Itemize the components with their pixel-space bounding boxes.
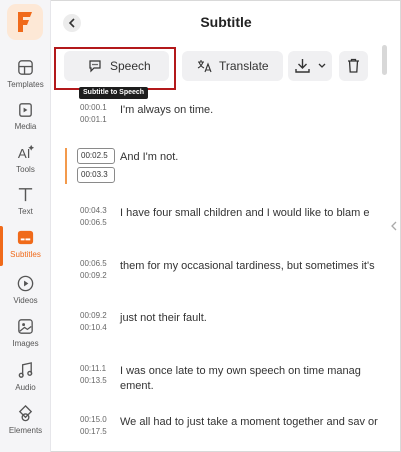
chevron-left-icon [68,18,75,28]
sidebar-item-label: Videos [13,296,38,305]
sidebar-item-label: Audio [15,383,36,392]
download-icon [295,59,310,73]
sidebar-item-label: Templates [7,80,44,89]
start-time-input[interactable]: 00:02.5 [77,148,115,164]
end-time[interactable]: 00:13.5 [80,375,107,387]
page-title: Subtitle [200,14,252,30]
translate-label: Translate [219,59,269,73]
subtitle-text[interactable]: just not their fault. [120,311,378,326]
speech-label: Speech [110,59,151,73]
start-time[interactable]: 00:06.5 [80,258,107,270]
start-time[interactable]: 00:00.1 [80,102,107,114]
subtitle-text[interactable]: We all had to just take a moment togethe… [120,415,378,430]
speech-bubble-icon [89,60,101,73]
end-time[interactable]: 00:17.5 [80,426,107,438]
audio-icon [18,362,33,378]
subtitle-text[interactable]: I was once late to my own speech on time… [120,364,378,394]
back-button[interactable] [63,14,81,32]
start-time[interactable]: 00:11.1 [80,363,107,375]
start-time[interactable]: 00:15.0 [80,414,107,426]
end-time-input[interactable]: 00:03.3 [77,167,115,183]
sidebar-item-subtitles[interactable]: Subtitles [0,226,51,270]
subtitle-text[interactable]: I'm always on time. [120,103,378,118]
sidebar-item-label: Elements [8,426,43,435]
end-time[interactable]: 00:10.4 [80,322,107,334]
chevron-down-icon [318,63,326,68]
start-time[interactable]: 00:09.2 [80,310,107,322]
timestamp[interactable]: 00:02.5 00:03.3 [77,148,115,186]
sidebar-item-tools[interactable]: AI Tools [0,141,51,185]
sidebar-item-label: Tools [16,165,35,174]
logo-f-icon [18,12,32,32]
translate-icon [197,60,212,73]
elements-icon [18,404,33,422]
sidebar-item-videos[interactable]: Videos [0,272,51,316]
media-icon [19,103,32,117]
collapse-panel-icon[interactable] [389,216,399,236]
ai-tools-icon: AI [18,144,35,161]
timestamp[interactable]: 00:06.5 00:09.2 [80,258,107,282]
scrollbar-thumb[interactable] [382,45,387,75]
subtitle-text[interactable]: them for my occasional tardiness, but so… [120,259,378,274]
timestamp[interactable]: 00:11.1 00:13.5 [80,363,107,387]
end-time[interactable]: 00:09.2 [80,270,107,282]
sidebar-item-label: Images [12,339,39,348]
subtitle-text[interactable]: I have four small children and I would l… [120,206,378,221]
end-time[interactable]: 00:06.5 [80,217,107,229]
timestamp[interactable]: 00:09.2 00:10.4 [80,310,107,334]
start-time[interactable]: 00:04.3 [80,205,107,217]
sidebar-item-text[interactable]: Text [0,183,51,227]
delete-button[interactable] [339,51,368,81]
active-row-indicator [65,148,67,184]
left-sidebar: Templates Media AI Tools Text Subtitles … [0,0,51,452]
speech-button[interactable]: Speech [64,51,169,81]
download-button[interactable] [288,51,332,81]
subtitles-icon [17,230,34,245]
sidebar-item-audio[interactable]: Audio [0,359,51,403]
videos-icon [17,275,34,292]
timestamp[interactable]: 00:15.0 00:17.5 [80,414,107,438]
timestamp[interactable]: 00:04.3 00:06.5 [80,205,107,229]
text-icon [18,188,33,202]
app-logo[interactable] [7,4,43,40]
sidebar-item-templates[interactable]: Templates [0,56,51,100]
timestamp[interactable]: 00:00.1 00:01.1 [80,102,107,126]
sidebar-item-elements[interactable]: Elements [0,402,51,446]
end-time[interactable]: 00:01.1 [80,114,107,126]
sidebar-item-images[interactable]: Images [0,315,51,359]
sidebar-item-label: Subtitles [10,250,41,259]
templates-icon [18,60,33,75]
tooltip: Subtitle to Speech [79,87,149,99]
sidebar-item-label: Text [18,207,33,216]
subtitle-text[interactable]: And I'm not. [120,150,378,165]
svg-text:AI: AI [18,146,31,161]
images-icon [18,319,33,334]
trash-icon [348,58,359,73]
translate-button[interactable]: Translate [182,51,283,81]
sidebar-item-media[interactable]: Media [0,98,51,142]
sidebar-item-label: Media [14,122,37,131]
